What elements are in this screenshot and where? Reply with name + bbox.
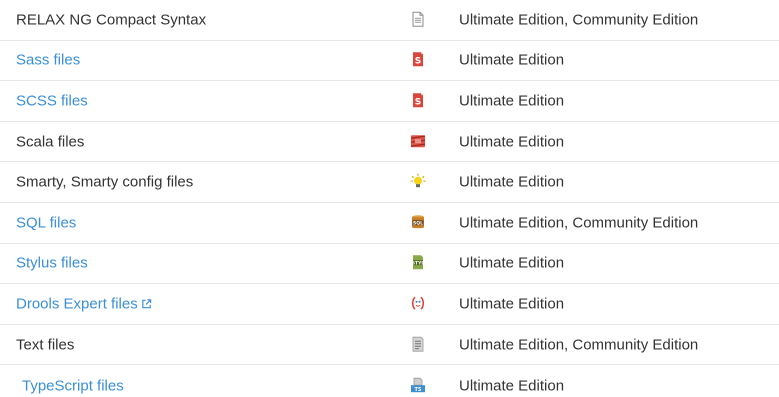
edition-text: Ultimate Edition xyxy=(459,377,565,395)
sass-file-icon: S xyxy=(410,52,426,68)
svg-text:STYL: STYL xyxy=(412,261,425,267)
drools-expert-files-link[interactable]: Drools Expert files xyxy=(16,295,152,312)
table-row: Smarty, Smarty config files Ultimate Edi… xyxy=(0,162,779,203)
file-type-name: Scala files xyxy=(16,133,85,151)
table-row: RELAX NG Compact Syntax Ultimate Edition… xyxy=(0,0,779,41)
svg-text:SQL: SQL xyxy=(413,220,423,226)
table-row: TypeScript files TS Ultimate Edition xyxy=(0,365,779,397)
document-icon xyxy=(410,11,426,27)
text-file-icon xyxy=(410,336,426,352)
edition-text: Ultimate Edition, Community Edition xyxy=(459,11,699,29)
typescript-files-link[interactable]: TypeScript files xyxy=(22,377,124,394)
edition-text: Ultimate Edition xyxy=(459,92,565,110)
edition-text: Ultimate Edition, Community Edition xyxy=(459,336,699,354)
drools-file-icon xyxy=(410,295,426,311)
table-row: Scala files Ultimate Edition xyxy=(0,122,779,163)
scala-file-icon xyxy=(410,133,426,149)
file-type-name: Smarty, Smarty config files xyxy=(16,173,194,191)
sql-file-icon: SQL xyxy=(410,214,426,230)
sql-files-link[interactable]: SQL files xyxy=(16,214,76,231)
svg-text:S: S xyxy=(415,57,421,67)
file-types-table: RELAX NG Compact Syntax Ultimate Edition… xyxy=(0,0,779,397)
svg-text:TS: TS xyxy=(414,386,421,392)
table-row: Sass files S Ultimate Edition xyxy=(0,41,779,82)
scss-files-link[interactable]: SCSS files xyxy=(16,92,88,109)
table-row: Stylus files STYL Ultimate Edition xyxy=(0,244,779,285)
table-row: Drools Expert files Ultimate Edition xyxy=(0,284,779,325)
external-link-icon xyxy=(141,299,151,309)
edition-text: Ultimate Edition xyxy=(459,51,565,69)
edition-text: Ultimate Edition xyxy=(459,173,565,191)
edition-text: Ultimate Edition xyxy=(459,254,565,272)
svg-text:S: S xyxy=(415,98,421,108)
file-type-name: RELAX NG Compact Syntax xyxy=(16,11,207,29)
table-row: SCSS files S Ultimate Edition xyxy=(0,81,779,122)
sass-files-link[interactable]: Sass files xyxy=(16,52,80,69)
table-row: Text files Ultimate Edition, Community E… xyxy=(0,325,779,366)
smarty-file-icon xyxy=(410,173,426,189)
typescript-file-icon: TS xyxy=(410,377,426,393)
scss-file-icon: S xyxy=(410,92,426,108)
table-row: SQL files SQL Ultimate Edition, Communit… xyxy=(0,203,779,244)
edition-text: Ultimate Edition xyxy=(459,295,565,313)
file-type-name: Text files xyxy=(16,336,75,354)
stylus-file-icon: STYL xyxy=(410,255,426,271)
stylus-files-link[interactable]: Stylus files xyxy=(16,255,88,272)
drools-expert-files-label: Drools Expert files xyxy=(16,295,138,313)
edition-text: Ultimate Edition, Community Edition xyxy=(459,214,699,232)
edition-text: Ultimate Edition xyxy=(459,133,565,151)
